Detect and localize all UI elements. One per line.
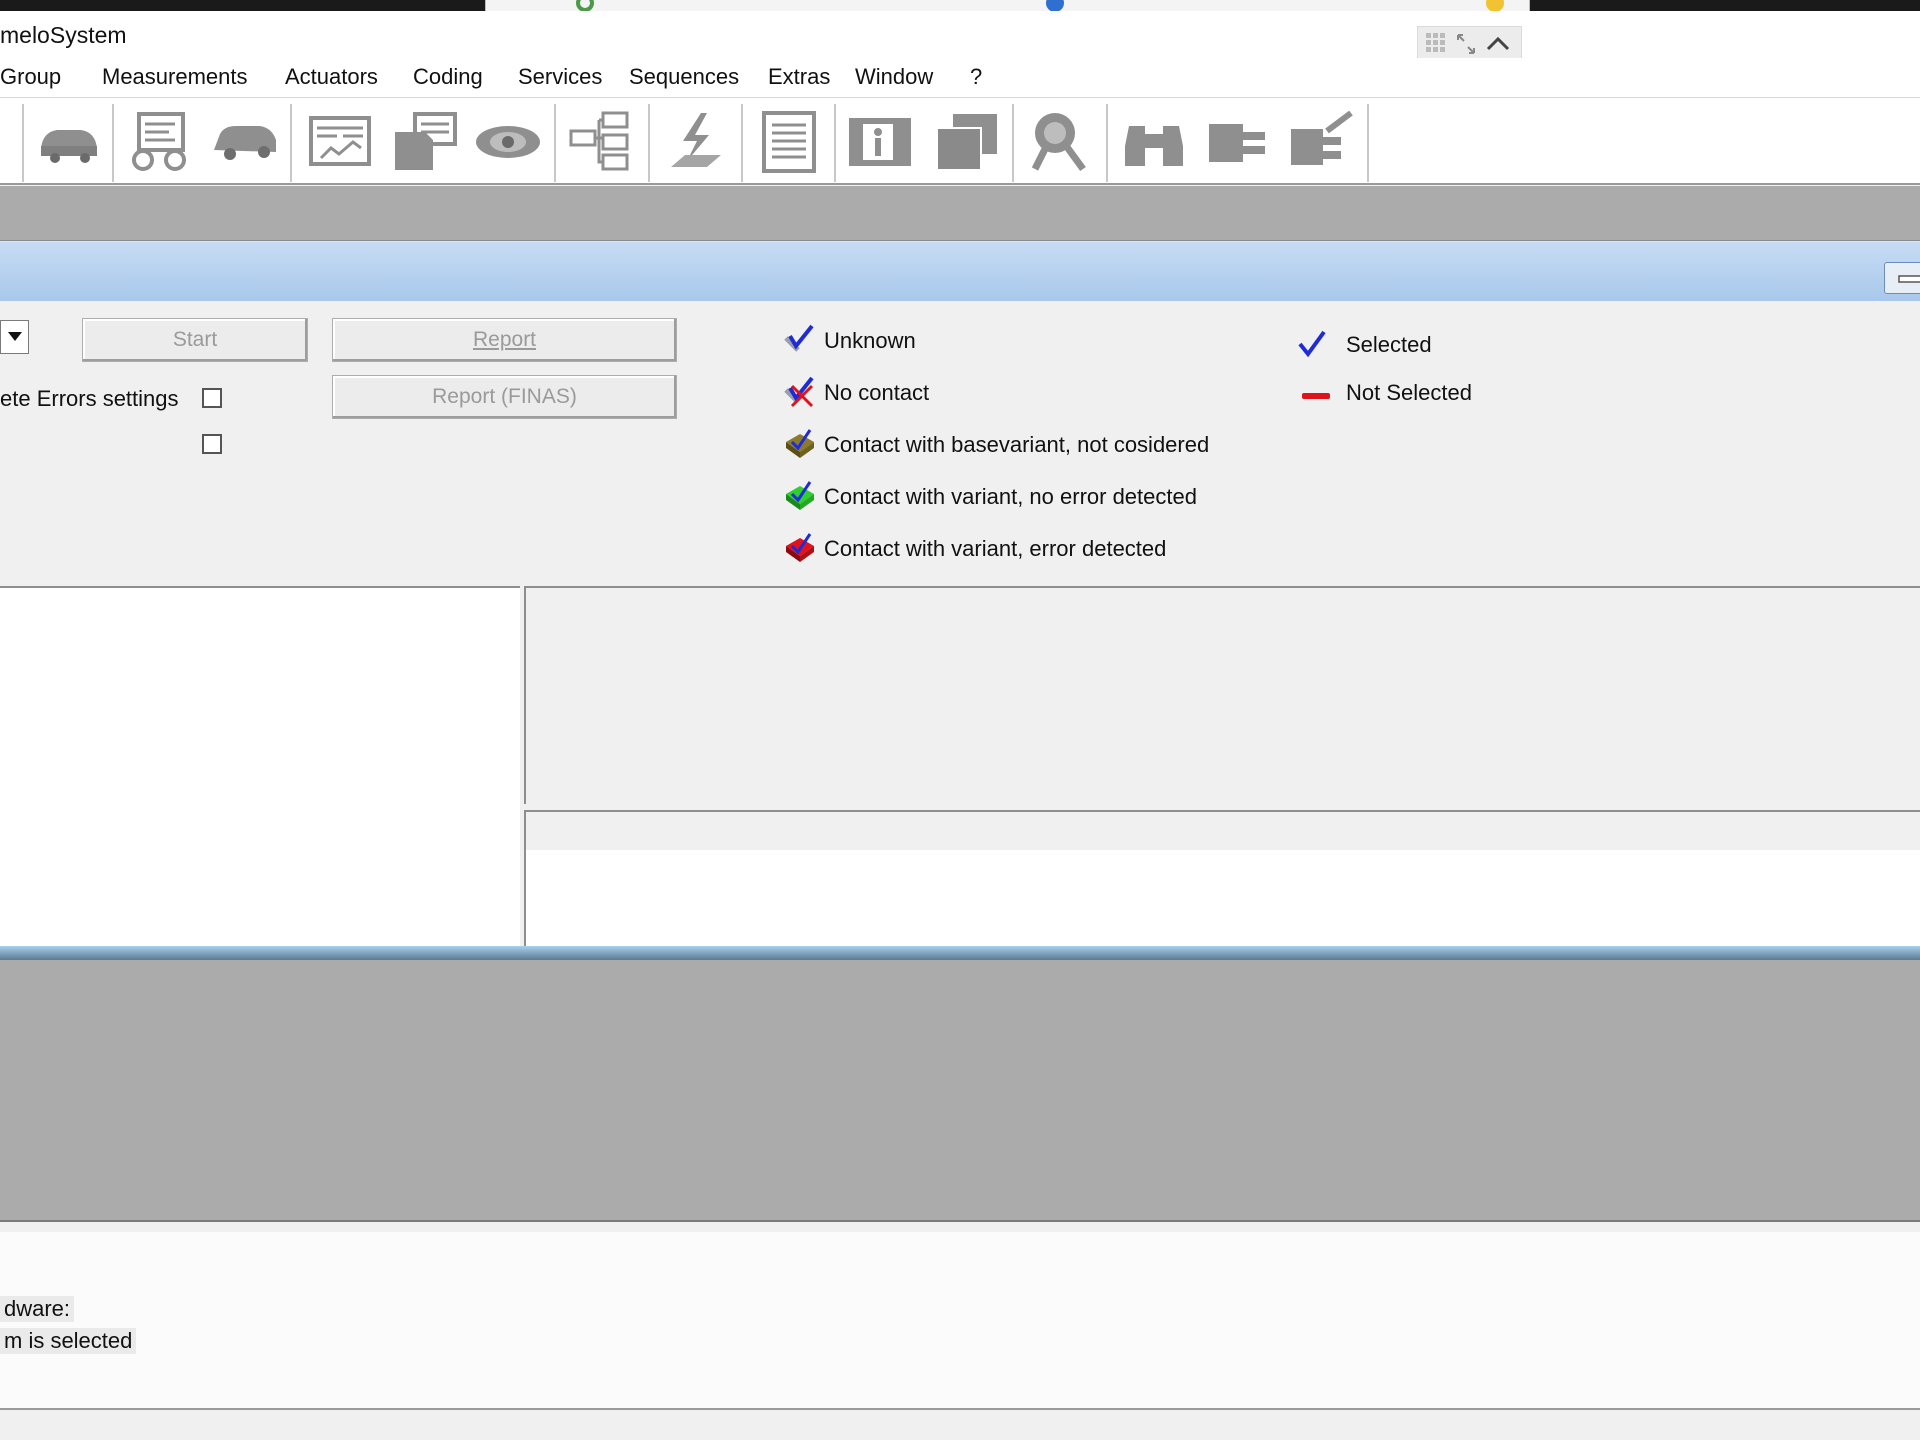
magnifier-icon[interactable]	[1020, 104, 1100, 180]
car-icon[interactable]	[205, 104, 285, 180]
gray-workspace	[0, 960, 1920, 1222]
toolbar-separator	[22, 104, 24, 182]
legend-not-selected: Not Selected	[1346, 380, 1472, 405]
menu-sequences[interactable]: Sequences	[629, 64, 739, 90]
vehicle-icon[interactable]	[28, 104, 108, 180]
contact-ok-icon	[784, 480, 816, 512]
contact-error-icon	[784, 532, 816, 564]
info-icon[interactable]	[840, 104, 920, 180]
no-contact-icon	[784, 376, 816, 408]
selected-check-icon	[1296, 328, 1328, 360]
toolbar-separator	[112, 104, 114, 182]
menu-measurements[interactable]: Measurements	[102, 64, 248, 90]
toolbar-separator	[554, 104, 556, 182]
restore-button[interactable]	[1884, 262, 1920, 294]
pane-divider[interactable]	[0, 946, 1920, 960]
not-selected-dash-icon	[1300, 380, 1332, 412]
errors-settings-label: ete Errors settings	[0, 386, 179, 411]
gray-header-band	[0, 186, 1920, 241]
chevron-down-icon	[7, 332, 22, 341]
menu-services[interactable]: Services	[518, 64, 602, 90]
toolbar-separator	[834, 104, 836, 182]
network-icon[interactable]	[560, 104, 640, 180]
legend-contact-error: Contact with variant, error detected	[824, 536, 1167, 561]
toolbar-separator	[1106, 104, 1108, 182]
hardware-label: dware:	[0, 1296, 75, 1322]
chevron-up-icon[interactable]	[1486, 36, 1510, 51]
bottom-strip	[0, 1410, 1920, 1440]
plug-icon[interactable]	[1198, 104, 1278, 180]
toolbar-separator	[1367, 104, 1369, 182]
report-finas-button[interactable]: Report (FINAS)	[332, 375, 677, 419]
tree-pane[interactable]	[0, 586, 520, 946]
menu-actuators[interactable]: Actuators	[285, 64, 378, 90]
toolbar-separator	[1012, 104, 1014, 182]
flash-icon[interactable]	[654, 104, 734, 180]
screen-chart-icon[interactable]	[300, 104, 380, 180]
selection-status-text: m is selected	[0, 1328, 137, 1354]
details-pane[interactable]	[524, 586, 1920, 804]
window-title: meloSystem	[0, 22, 127, 48]
errors-settings-checkbox[interactable]	[202, 388, 222, 408]
child-window-caption	[0, 241, 1920, 301]
copy-icon[interactable]	[926, 104, 1006, 180]
report-button[interactable]: Report	[332, 318, 677, 362]
menu-coding[interactable]: Coding	[413, 64, 483, 90]
status-area	[0, 1232, 1920, 1408]
unknown-status-icon	[784, 324, 816, 356]
legend-contact-basevariant: Contact with basevariant, not cosidered	[824, 432, 1210, 457]
legend-contact-ok: Contact with variant, no error detected	[824, 484, 1197, 509]
menu-help[interactable]: ?	[970, 64, 982, 90]
grid-icon[interactable]	[1426, 33, 1445, 52]
menu-group[interactable]: Group	[0, 64, 61, 90]
toolbar-separator	[290, 104, 292, 182]
toolbar-separator	[648, 104, 650, 182]
fullscreen-icon[interactable]	[1457, 34, 1475, 54]
legend-no-contact: No contact	[824, 380, 930, 405]
list-icon[interactable]	[749, 104, 829, 180]
results-pane-header	[526, 812, 1920, 850]
toolbar-separator	[741, 104, 743, 182]
eye-icon[interactable]	[468, 104, 548, 180]
window-controls[interactable]	[1417, 26, 1522, 60]
menu-extras[interactable]: Extras	[768, 64, 830, 90]
menu-window[interactable]: Window	[855, 64, 933, 90]
legend-selected: Selected	[1346, 332, 1432, 357]
legend-unknown: Unknown	[824, 328, 916, 353]
dropdown-button[interactable]	[0, 320, 29, 354]
binoculars-icon[interactable]	[1114, 104, 1194, 180]
contact-basevariant-icon	[784, 428, 816, 460]
document-stack-icon[interactable]	[384, 104, 464, 180]
option-checkbox[interactable]	[202, 434, 222, 454]
plug-edit-icon[interactable]	[1282, 104, 1362, 180]
start-button[interactable]: Start	[82, 318, 308, 362]
ecu-diagram-icon[interactable]	[118, 104, 198, 180]
